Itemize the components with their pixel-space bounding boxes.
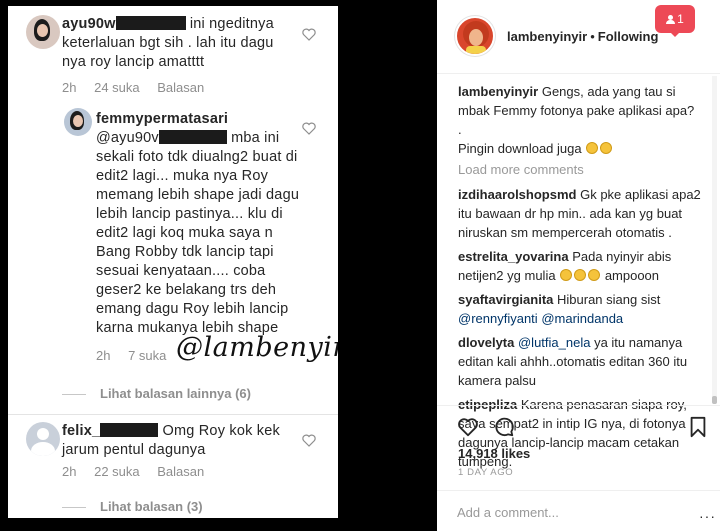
user-icon — [666, 15, 676, 24]
heart-icon[interactable] — [302, 434, 316, 447]
following-button[interactable]: Following — [598, 29, 659, 44]
comment-likes[interactable]: 24 suka — [94, 80, 140, 95]
post-timestamp: 1 DAY AGO — [458, 467, 514, 478]
heart-icon[interactable] — [457, 416, 479, 438]
heart-icon[interactable] — [302, 28, 316, 41]
comment-likes[interactable]: 7 suka — [128, 348, 166, 363]
list-item: izdihaarolshopsmd Gk pke aplikasi apa2 i… — [458, 187, 701, 240]
comment-meta: 2h 7 suka — [96, 348, 180, 363]
post-username: lambenyinyir • Following — [507, 29, 659, 44]
view-more-replies[interactable]: Lihat balasan lainnya (6) — [62, 386, 251, 401]
reply-button[interactable]: Balasan — [157, 464, 204, 479]
comment-time: 2h — [62, 80, 77, 95]
scrollbar-track[interactable] — [712, 76, 717, 402]
avatar[interactable] — [26, 15, 60, 49]
list-item: dlovelyta @lutfia_nela ya itu namanya ed… — [458, 335, 688, 388]
comment-username[interactable]: felix_ — [62, 423, 100, 439]
post-actions: 14,918 likes 1 DAY AGO ··· — [437, 405, 720, 531]
mention-link[interactable]: @ayu90v — [96, 130, 159, 146]
list-item: syaftavirgianita Hiburan siang sist @ren… — [458, 292, 661, 326]
view-replies[interactable]: Lihat balasan (3) — [62, 499, 203, 514]
comment-username[interactable]: ayu90w — [62, 16, 116, 32]
comment-username[interactable]: dlovelyta — [458, 335, 514, 350]
instagram-post-panel: lambenyinyir • Following 1 lambenyinyir Ge… — [437, 0, 720, 531]
scrollbar-thumb[interactable] — [712, 396, 717, 404]
emoji-icon — [574, 269, 587, 281]
watermark: @lambenyinyir — [176, 332, 338, 363]
comment-text: femmypermatasari @ayu90v mba ini sekali … — [96, 110, 306, 338]
comment-icon[interactable] — [493, 416, 515, 438]
comment-likes[interactable]: 22 suka — [94, 464, 140, 479]
emoji-icon — [560, 269, 573, 281]
comment-username[interactable]: lambenyinyir — [458, 84, 538, 99]
redacted-block — [158, 130, 227, 144]
comment-username[interactable]: estrelita_yovarina — [458, 249, 569, 264]
bookmark-icon[interactable] — [687, 416, 709, 438]
divider — [8, 414, 338, 415]
comment-time: 2h — [62, 464, 77, 479]
redacted-block — [115, 16, 186, 30]
avatar[interactable] — [64, 108, 92, 136]
list-item: estrelita_yovarina Pada nyinyir abis net… — [458, 249, 672, 283]
mention-link[interactable]: @rennyfiyanti — [458, 311, 538, 326]
add-comment-input[interactable] — [457, 501, 697, 523]
profile-avatar[interactable] — [455, 16, 495, 56]
likes-count[interactable]: 14,918 likes — [458, 446, 530, 461]
load-more-comments[interactable]: Load more comments — [458, 160, 710, 179]
comment-time: 2h — [96, 348, 111, 363]
comment-meta: 2h 24 suka Balasan — [62, 80, 218, 95]
emoji-icon — [586, 142, 599, 154]
mention-link[interactable]: @lutfia_nela — [518, 335, 590, 350]
comment-text: ayu90w ini nge­ditnya keterlaluan bgt si… — [62, 16, 274, 70]
comment-username[interactable]: izdihaarolshopsmd — [458, 187, 576, 202]
comment-meta: 2h 22 suka Balasan — [62, 464, 218, 479]
mention-link[interactable]: @marindanda — [541, 311, 623, 326]
add-comment-bar: ··· — [437, 490, 720, 531]
comment-username[interactable]: syaftavirgianita — [458, 292, 553, 307]
post-header: lambenyinyir • Following 1 — [437, 0, 720, 74]
comment-text: felix_ Omg Roy kok kek jarum pentul dagu… — [62, 423, 280, 458]
more-options-icon[interactable]: ··· — [699, 508, 716, 524]
username-link[interactable]: lambenyinyir — [507, 29, 587, 44]
avatar[interactable] — [26, 422, 60, 456]
heart-icon[interactable] — [302, 122, 316, 135]
caption: lambenyinyir Gengs, ada yang tau si mbak… — [458, 84, 695, 156]
emoji-icon — [588, 269, 601, 281]
comment-username[interactable]: femmypermatasari — [96, 110, 306, 129]
redacted-block — [100, 423, 159, 437]
reply-button[interactable]: Balasan — [157, 80, 204, 95]
comment-screenshot-panel: ayu90w ini nge­ditnya keterlaluan bgt si… — [8, 6, 338, 518]
emoji-icon — [600, 142, 613, 154]
notification-badge[interactable]: 1 — [655, 5, 695, 37]
